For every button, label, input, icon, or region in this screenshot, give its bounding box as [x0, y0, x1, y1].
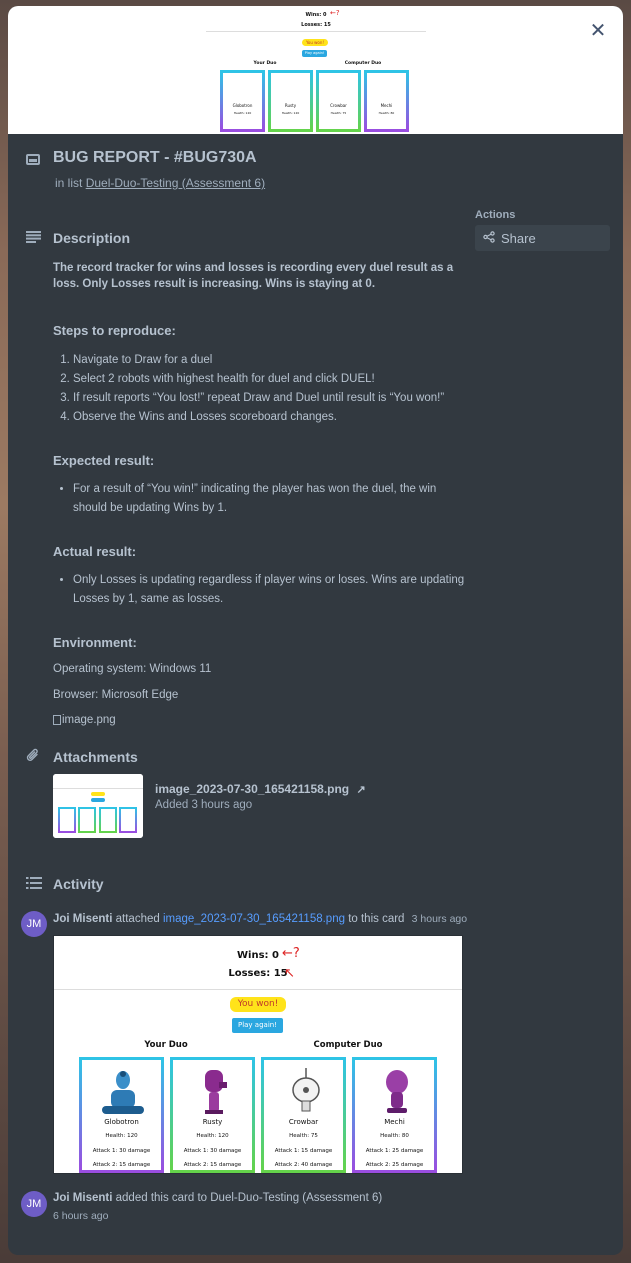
external-link-icon[interactable]: ↗	[356, 784, 365, 796]
activity-item: Joi Misenti attached image_2023-07-30_16…	[53, 913, 468, 925]
browser-line: Browser: Microsoft Edge	[53, 689, 179, 701]
actual-list: Only Losses is updating regardless if pl…	[53, 571, 468, 609]
robot-card: Rusty Health: 120 Attack 1: 30 damage At…	[170, 1057, 255, 1173]
attachments-heading: Attachments	[53, 749, 138, 765]
robot-card: Globotron Health: 120 Attack 1: 30 damag…	[79, 1057, 164, 1173]
description-heading: Description	[53, 230, 131, 246]
losses-label: Losses: 15	[228, 968, 288, 979]
wins-label: Wins: 0	[305, 12, 327, 18]
arrow-icon: ←?	[330, 9, 340, 17]
bug-summary: The record tracker for wins and losses i…	[53, 262, 454, 290]
avatar[interactable]: JM	[21, 911, 47, 937]
list-item: Select 2 robots with highest health for …	[73, 370, 468, 389]
share-icon	[483, 231, 495, 246]
card-cover[interactable]: Wins: 0 ←? Losses: 15 You won! Play agai…	[8, 6, 623, 134]
attachment-thumbnail[interactable]	[53, 774, 143, 838]
activity-item: Joi Misenti added this card to Duel-Duo-…	[53, 1192, 383, 1204]
activity-user[interactable]: Joi Misenti	[53, 913, 112, 925]
robot-card: Crowbar Health: 75	[316, 70, 361, 132]
os-line: Operating system: Windows 11	[53, 663, 212, 675]
robot-card: Globotron Health: 120	[220, 70, 265, 132]
list-item: If result reports “You lost!” repeat Dra…	[73, 389, 468, 408]
activity-user[interactable]: Joi Misenti	[53, 1192, 112, 1204]
robot-crowbar-icon	[292, 1068, 320, 1112]
expected-heading: Expected result:	[53, 453, 155, 468]
divider	[54, 989, 462, 990]
play-again-button: Play again!	[302, 50, 327, 57]
result-badge: You won!	[302, 39, 328, 46]
robot-card: Mechi Health: 80 Attack 1: 25 damage Att…	[352, 1057, 437, 1173]
image-icon	[53, 714, 61, 725]
play-again-button: Play again!	[232, 1018, 283, 1033]
wins-label: Wins: 0	[237, 950, 279, 961]
share-button[interactable]: Share	[475, 225, 610, 251]
robot-card: Rusty Health: 120	[268, 70, 313, 132]
close-icon: ✕	[589, 20, 607, 42]
divider	[206, 31, 426, 32]
activity-time[interactable]: 3 hours ago	[412, 913, 467, 925]
arrow-icon: ↖	[284, 966, 295, 981]
computer-duo-title: Computer Duo	[313, 1040, 383, 1050]
expected-list: For a result of “You win!” indicating th…	[53, 480, 468, 518]
list-item: For a result of “You win!” indicating th…	[73, 480, 468, 518]
steps-heading: Steps to reproduce:	[53, 323, 176, 338]
avatar[interactable]: JM	[21, 1191, 47, 1217]
list-item: Navigate to Draw for a duel	[73, 351, 468, 370]
robot-card: Crowbar Health: 75 Attack 1: 15 damage A…	[261, 1057, 346, 1173]
attachment-added: Added 3 hours ago	[155, 799, 253, 811]
result-badge: You won!	[230, 997, 286, 1012]
attachment-name[interactable]: image_2023-07-30_165421158.png ↗	[155, 782, 366, 796]
actions-label: Actions	[475, 209, 516, 221]
thumbnail-screenshot	[53, 774, 143, 838]
card-title[interactable]: BUG REPORT - #BUG730A	[53, 149, 257, 167]
list-item: Observe the Wins and Losses scoreboard c…	[73, 408, 468, 427]
activity-heading: Activity	[53, 876, 104, 892]
actual-heading: Actual result:	[53, 544, 137, 559]
robot-mechi-icon	[386, 1070, 408, 1113]
steps-list: Navigate to Draw for a duel Select 2 rob…	[53, 351, 468, 427]
activity-image-preview[interactable]: Wins: 0 ←? Losses: 15 ↖ You won! Play ag…	[53, 935, 463, 1174]
robot-card: Mechi Health: 80	[364, 70, 409, 132]
card-icon	[26, 154, 40, 165]
robot-rusty-icon	[205, 1070, 227, 1114]
in-list: in list Duel-Duo-Testing (Assessment 6)	[55, 176, 266, 190]
environment-heading: Environment:	[53, 635, 137, 650]
activity-icon	[26, 876, 42, 892]
paperclip-icon	[26, 748, 40, 766]
list-item: Only Losses is updating regardless if pl…	[73, 571, 468, 609]
description-icon	[26, 230, 41, 246]
robot-globotron-icon	[102, 1071, 144, 1114]
card-detail-modal: Wins: 0 ←? Losses: 15 You won! Play agai…	[8, 6, 623, 1255]
activity-attachment-link[interactable]: image_2023-07-30_165421158.png	[163, 913, 345, 925]
activity-time[interactable]: 6 hours ago	[53, 1210, 108, 1222]
arrow-icon: ←?	[282, 946, 300, 961]
list-link[interactable]: Duel-Duo-Testing (Assessment 6)	[86, 176, 265, 190]
your-duo-title: Your Duo	[144, 1040, 188, 1050]
your-duo-title: Your Duo	[253, 61, 277, 66]
cover-screenshot: Wins: 0 ←? Losses: 15 You won! Play agai…	[206, 6, 426, 134]
close-button[interactable]: ✕	[587, 20, 609, 42]
broken-image: image.png	[53, 712, 468, 728]
computer-duo-title: Computer Duo	[344, 61, 382, 66]
losses-label: Losses: 15	[301, 22, 331, 28]
